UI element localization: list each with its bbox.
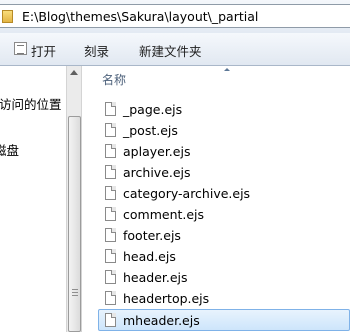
file-icon	[105, 186, 116, 200]
scroll-thumb[interactable]	[68, 116, 81, 332]
file-icon	[105, 102, 116, 116]
file-name: aplayer.ejs	[123, 144, 191, 159]
file-name: head.ejs	[123, 249, 176, 264]
address-bar: E:\Blog\themes\Sakura\layout\_partial	[0, 0, 350, 33]
file-row[interactable]: archive.ejs	[102, 162, 342, 183]
column-name-label: 名称	[102, 73, 127, 87]
file-icon	[105, 144, 116, 158]
file-name: archive.ejs	[123, 165, 191, 180]
file-row[interactable]: _post.ejs	[102, 120, 342, 141]
address-field[interactable]: E:\Blog\themes\Sakura\layout\_partial	[0, 4, 350, 28]
sort-ascending-icon	[224, 68, 230, 71]
file-name: mheader.ejs	[123, 313, 200, 328]
nav-item-disk[interactable]: 磁盘	[0, 140, 19, 159]
file-icon	[105, 228, 116, 242]
file-icon	[105, 249, 116, 263]
file-row[interactable]: headertop.ejs	[102, 288, 342, 309]
file-row[interactable]: header.ejs	[102, 267, 342, 288]
command-toolbar: 打开 刻录 新建文件夹	[0, 33, 350, 66]
open-icon	[14, 42, 27, 55]
nav-scrollbar[interactable]	[66, 66, 82, 332]
name-column-header[interactable]: 名称	[82, 66, 350, 88]
scroll-grip-icon	[72, 289, 78, 296]
file-row[interactable]: _page.ejs	[102, 99, 342, 120]
file-icon	[105, 270, 116, 284]
file-row[interactable]: head.ejs	[102, 246, 342, 267]
new-folder-button[interactable]: 新建文件夹	[139, 41, 202, 60]
burn-button[interactable]: 刻录	[84, 41, 109, 60]
file-name: _post.ejs	[123, 123, 178, 138]
folder-icon	[2, 10, 13, 23]
file-name: header.ejs	[123, 270, 188, 285]
address-path[interactable]: E:\Blog\themes\Sakura\layout\_partial	[22, 9, 258, 24]
file-list: 名称 _page.ejs _post.ejs aplayer.ejs archi…	[82, 66, 350, 332]
file-icon	[105, 313, 116, 327]
open-button[interactable]: 打开	[31, 41, 56, 60]
nav-item-recent-places[interactable]: 访问的位置	[0, 94, 62, 113]
file-icon	[105, 207, 116, 221]
file-name: comment.ejs	[123, 207, 205, 222]
navigation-pane: 访问的位置 磁盘	[0, 66, 66, 332]
file-icon	[105, 165, 116, 179]
file-icon	[105, 291, 116, 305]
file-row[interactable]: aplayer.ejs	[102, 141, 342, 162]
file-row[interactable]: comment.ejs	[102, 204, 342, 225]
file-row[interactable]: category-archive.ejs	[102, 183, 342, 204]
file-name: category-archive.ejs	[123, 186, 251, 201]
file-name: footer.ejs	[123, 228, 181, 243]
file-name: headertop.ejs	[123, 291, 210, 306]
file-name: _page.ejs	[123, 102, 183, 117]
file-icon	[105, 123, 116, 137]
scroll-up-arrow-icon[interactable]	[70, 70, 78, 75]
file-row-selected[interactable]: mheader.ejs	[98, 309, 350, 331]
file-row[interactable]: footer.ejs	[102, 225, 342, 246]
